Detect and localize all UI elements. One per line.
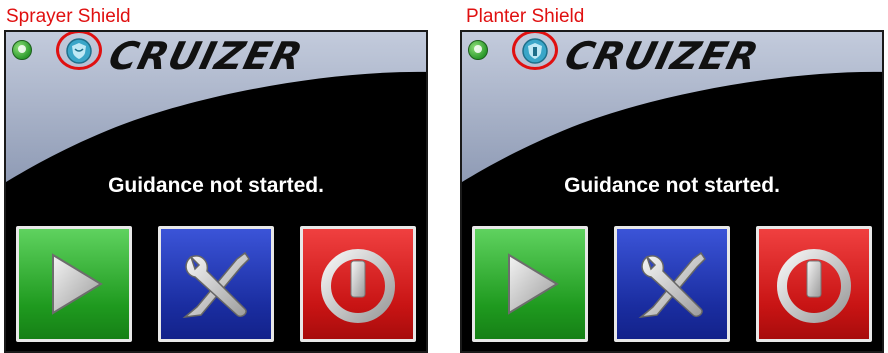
power-icon [321, 249, 395, 323]
panel-caption-planter: Planter Shield [466, 6, 585, 27]
exit-button[interactable] [300, 226, 416, 342]
status-icon[interactable] [12, 40, 32, 60]
display-screen-planter: CRUIZER Guidance not started. [460, 30, 884, 353]
display-screen-sprayer: CRUIZER Guidance not started. [4, 30, 428, 353]
settings-button[interactable] [614, 226, 730, 342]
play-icon [52, 253, 103, 315]
settings-button[interactable] [158, 226, 274, 342]
highlight-circle [56, 32, 102, 70]
guidance-status-message: Guidance not started. [564, 174, 780, 197]
power-icon [777, 249, 851, 323]
wrench-screwdriver-icon [182, 251, 250, 319]
start-guidance-button[interactable] [472, 226, 588, 342]
panel-caption-sprayer: Sprayer Shield [6, 6, 131, 27]
status-icon[interactable] [468, 40, 488, 60]
brand-logo: CRUIZER [560, 34, 764, 78]
wrench-screwdriver-icon [638, 251, 706, 319]
play-icon [508, 253, 559, 315]
guidance-status-message: Guidance not started. [108, 174, 324, 197]
highlight-circle [512, 32, 558, 70]
brand-logo: CRUIZER [104, 34, 308, 78]
exit-button[interactable] [756, 226, 872, 342]
start-guidance-button[interactable] [16, 226, 132, 342]
